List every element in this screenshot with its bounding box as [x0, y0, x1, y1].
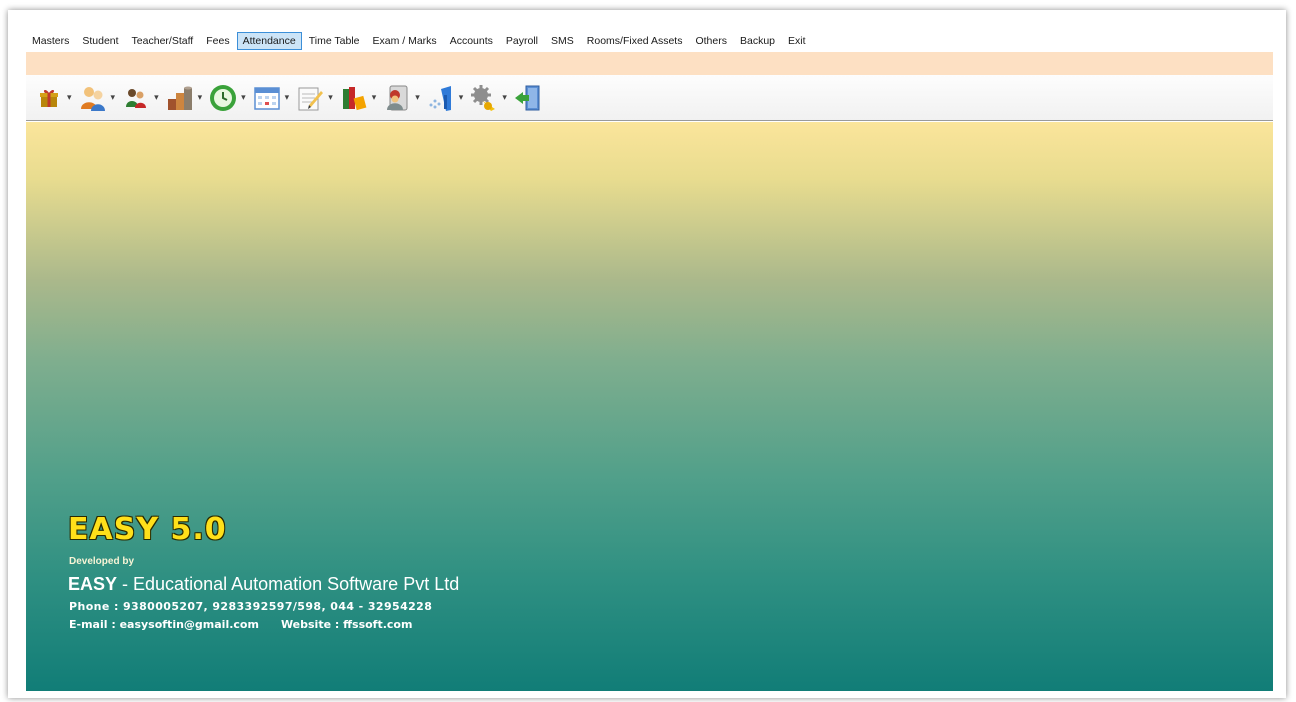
notepad-icon [295, 83, 325, 113]
company-name: EASY - Educational Automation Software P… [68, 574, 459, 595]
toolbar: ▾ ▾ ▾ ▾ ▾ ▾ ▾ ▾ ▾ ▾ ▾ [26, 75, 1273, 121]
toolbar-button-contacts[interactable]: ▾ [382, 83, 422, 113]
menu-masters[interactable]: Masters [26, 32, 75, 50]
toolbar-button-exit[interactable] [513, 83, 543, 113]
toolbar-button-settings[interactable]: ▾ [469, 83, 509, 113]
email-info: E-mail : easysoftin@gmail.com [69, 618, 259, 631]
menu-student[interactable]: Student [76, 32, 124, 50]
phone-info: Phone : 9380005207, 9283392597/598, 044 … [69, 600, 433, 613]
settings-icon [469, 83, 499, 113]
menu-exit[interactable]: Exit [782, 32, 812, 50]
dropdown-arrow-icon[interactable]: ▾ [67, 92, 72, 103]
toolbar-button-gift[interactable]: ▾ [34, 83, 74, 113]
menu-attendance[interactable]: Attendance [236, 32, 302, 50]
toolbar-button-people[interactable]: ▾ [121, 83, 161, 113]
toolbar-button-chart[interactable]: ▾ [426, 83, 466, 113]
coins-icon [165, 83, 195, 113]
menu-fees[interactable]: Fees [200, 32, 235, 50]
toolbar-button-users[interactable]: ▾ [78, 83, 118, 113]
menu-rooms-fixed-assets[interactable]: Rooms/Fixed Assets [581, 32, 689, 50]
product-title: EASY 5.0 [68, 512, 227, 547]
toolbar-button-coins[interactable]: ▾ [165, 83, 205, 113]
menu-teacher-staff[interactable]: Teacher/Staff [126, 32, 200, 50]
toolbar-button-notepad[interactable]: ▾ [295, 83, 335, 113]
gift-icon [34, 83, 64, 113]
menu-time-table[interactable]: Time Table [303, 32, 366, 50]
website-info: Website : ffssoft.com [280, 618, 413, 631]
app-version-title: EASY 5.0 [68, 512, 227, 547]
contact-info: E-mail : easysoftin@gmail.com Website : f… [69, 618, 412, 631]
menu-bar: Masters Student Teacher/Staff Fees Atten… [26, 30, 1273, 52]
status-strip [26, 52, 1273, 75]
dropdown-arrow-icon[interactable]: ▾ [111, 92, 116, 103]
calendar-icon [252, 83, 282, 113]
dropdown-arrow-icon[interactable]: ▾ [328, 92, 333, 103]
company-full-name: - Educational Automation Software Pvt Lt… [117, 574, 460, 594]
toolbar-button-books[interactable]: ▾ [339, 83, 379, 113]
menu-others[interactable]: Others [689, 32, 733, 50]
toolbar-button-clock[interactable]: ▾ [208, 83, 248, 113]
dropdown-arrow-icon[interactable]: ▾ [154, 92, 159, 103]
users-icon [78, 83, 108, 113]
dropdown-arrow-icon[interactable]: ▾ [415, 92, 420, 103]
chart-icon [426, 83, 456, 113]
dropdown-arrow-icon[interactable]: ▾ [459, 92, 464, 103]
dropdown-arrow-icon[interactable]: ▾ [502, 92, 507, 103]
exit-door-icon [513, 83, 543, 113]
clock-icon [208, 83, 238, 113]
books-icon [339, 83, 369, 113]
menu-sms[interactable]: SMS [545, 32, 580, 50]
dropdown-arrow-icon[interactable]: ▾ [372, 92, 377, 103]
menu-payroll[interactable]: Payroll [500, 32, 544, 50]
toolbar-button-calendar[interactable]: ▾ [252, 83, 292, 113]
dropdown-arrow-icon[interactable]: ▾ [198, 92, 203, 103]
developed-by-label: Developed by [69, 556, 135, 567]
menu-accounts[interactable]: Accounts [444, 32, 499, 50]
menu-exam-marks[interactable]: Exam / Marks [367, 32, 443, 50]
dropdown-arrow-icon[interactable]: ▾ [241, 92, 246, 103]
dropdown-arrow-icon[interactable]: ▾ [285, 92, 290, 103]
people-icon [121, 83, 151, 113]
company-short-name: EASY [68, 574, 118, 594]
menu-backup[interactable]: Backup [734, 32, 781, 50]
contacts-icon [382, 83, 412, 113]
